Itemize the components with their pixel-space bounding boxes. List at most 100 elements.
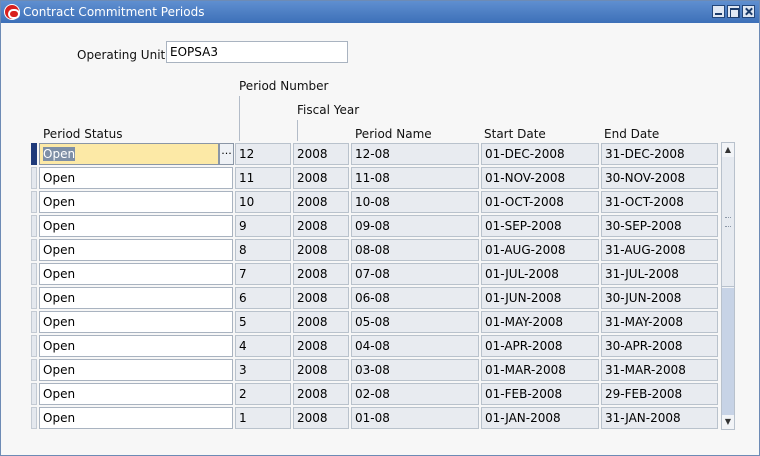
- period-name-field[interactable]: 10-08: [351, 191, 479, 213]
- row-selector[interactable]: [31, 335, 37, 357]
- period-name-field[interactable]: 08-08: [351, 239, 479, 261]
- start-date-field[interactable]: 01-APR-2008: [481, 335, 599, 357]
- fiscal-year-field[interactable]: 2008: [293, 239, 349, 261]
- start-date-field[interactable]: 01-OCT-2008: [481, 191, 599, 213]
- end-date-field[interactable]: 31-DEC-2008: [601, 143, 718, 165]
- scroll-down-icon[interactable]: ▼: [722, 415, 734, 429]
- fiscal-year-guide-line: [297, 120, 298, 141]
- end-date-field[interactable]: 31-AUG-2008: [601, 239, 718, 261]
- minimize-icon[interactable]: [712, 5, 725, 18]
- period-name-field[interactable]: 04-08: [351, 335, 479, 357]
- row-selector[interactable]: [31, 167, 37, 189]
- period-name-field[interactable]: 12-08: [351, 143, 479, 165]
- scroll-track[interactable]: [722, 288, 734, 415]
- period-number-field[interactable]: 3: [235, 359, 291, 381]
- start-date-field[interactable]: 01-MAY-2008: [481, 311, 599, 333]
- window-title: Contract Commitment Periods: [23, 5, 205, 19]
- thumb-grip-icon: [725, 217, 731, 227]
- fiscal-year-field[interactable]: 2008: [293, 287, 349, 309]
- period-status-field[interactable]: Open: [39, 359, 233, 381]
- operating-unit-field[interactable]: EOPSA3: [166, 41, 348, 63]
- period-status-field[interactable]: Open: [39, 311, 233, 333]
- end-date-field[interactable]: 30-JUN-2008: [601, 287, 718, 309]
- period-number-field[interactable]: 6: [235, 287, 291, 309]
- period-status-field[interactable]: Open: [39, 215, 233, 237]
- period-number-field[interactable]: 8: [235, 239, 291, 261]
- period-name-field[interactable]: 01-08: [351, 407, 479, 429]
- start-date-field[interactable]: 01-JAN-2008: [481, 407, 599, 429]
- end-date-field[interactable]: 30-NOV-2008: [601, 167, 718, 189]
- start-date-field[interactable]: 01-JUL-2008: [481, 263, 599, 285]
- maximize-icon[interactable]: [727, 5, 740, 18]
- start-date-field[interactable]: 01-MAR-2008: [481, 359, 599, 381]
- end-date-field[interactable]: 31-OCT-2008: [601, 191, 718, 213]
- end-date-field[interactable]: 31-JAN-2008: [601, 407, 718, 429]
- period-number-field[interactable]: 2: [235, 383, 291, 405]
- end-date-field[interactable]: 30-SEP-2008: [601, 215, 718, 237]
- period-name-field[interactable]: 05-08: [351, 311, 479, 333]
- row-selector[interactable]: [31, 263, 37, 285]
- row-selector[interactable]: [31, 383, 37, 405]
- period-status-field[interactable]: Open: [39, 287, 233, 309]
- end-date-field[interactable]: 29-FEB-2008: [601, 383, 718, 405]
- end-date-field[interactable]: 30-APR-2008: [601, 335, 718, 357]
- fiscal-year-field[interactable]: 2008: [293, 167, 349, 189]
- end-date-field[interactable]: 31-JUL-2008: [601, 263, 718, 285]
- period-number-field[interactable]: 9: [235, 215, 291, 237]
- fiscal-year-field[interactable]: 2008: [293, 215, 349, 237]
- close-icon[interactable]: [742, 5, 755, 18]
- period-number-field[interactable]: 10: [235, 191, 291, 213]
- list-of-values-button[interactable]: ...: [219, 143, 234, 165]
- row-selector[interactable]: [31, 239, 37, 261]
- period-status-field[interactable]: Open: [39, 239, 233, 261]
- row-selector[interactable]: [31, 143, 37, 165]
- period-name-field[interactable]: 11-08: [351, 167, 479, 189]
- row-selector[interactable]: [31, 311, 37, 333]
- fiscal-year-field[interactable]: 2008: [293, 191, 349, 213]
- operating-unit-label: Operating Unit: [77, 48, 166, 62]
- start-date-field[interactable]: 01-FEB-2008: [481, 383, 599, 405]
- fiscal-year-field[interactable]: 2008: [293, 143, 349, 165]
- period-status-field[interactable]: Open: [39, 167, 233, 189]
- period-status-field[interactable]: Open: [39, 383, 233, 405]
- start-date-field[interactable]: 01-NOV-2008: [481, 167, 599, 189]
- start-date-field[interactable]: 01-DEC-2008: [481, 143, 599, 165]
- start-date-field[interactable]: 01-JUN-2008: [481, 287, 599, 309]
- scroll-up-icon[interactable]: ▲: [722, 143, 734, 157]
- start-date-field[interactable]: 01-SEP-2008: [481, 215, 599, 237]
- scroll-thumb[interactable]: [722, 157, 734, 287]
- period-status-field[interactable]: Open: [39, 143, 219, 165]
- period-number-field[interactable]: 12: [235, 143, 291, 165]
- vertical-scrollbar[interactable]: ▲ ▼: [721, 142, 735, 430]
- period-name-field[interactable]: 02-08: [351, 383, 479, 405]
- period-number-field[interactable]: 7: [235, 263, 291, 285]
- row-selector[interactable]: [31, 215, 37, 237]
- period-name-field[interactable]: 09-08: [351, 215, 479, 237]
- period-number-field[interactable]: 11: [235, 167, 291, 189]
- period-name-field[interactable]: 07-08: [351, 263, 479, 285]
- row-selector[interactable]: [31, 407, 37, 429]
- period-number-field[interactable]: 1: [235, 407, 291, 429]
- fiscal-year-field[interactable]: 2008: [293, 383, 349, 405]
- period-name-field[interactable]: 06-08: [351, 287, 479, 309]
- start-date-field[interactable]: 01-AUG-2008: [481, 239, 599, 261]
- end-date-field[interactable]: 31-MAY-2008: [601, 311, 718, 333]
- period-status-field[interactable]: Open: [39, 407, 233, 429]
- fiscal-year-field[interactable]: 2008: [293, 407, 349, 429]
- column-header-period-number: Period Number: [239, 79, 329, 93]
- period-status-field[interactable]: Open: [39, 191, 233, 213]
- fiscal-year-field[interactable]: 2008: [293, 311, 349, 333]
- fiscal-year-field[interactable]: 2008: [293, 335, 349, 357]
- fiscal-year-field[interactable]: 2008: [293, 263, 349, 285]
- row-selector[interactable]: [31, 191, 37, 213]
- period-status-field[interactable]: Open: [39, 335, 233, 357]
- fiscal-year-field[interactable]: 2008: [293, 359, 349, 381]
- period-number-field[interactable]: 5: [235, 311, 291, 333]
- row-selector[interactable]: [31, 287, 37, 309]
- period-status-field[interactable]: Open: [39, 263, 233, 285]
- period-number-field[interactable]: 4: [235, 335, 291, 357]
- selected-text: Open: [43, 147, 76, 161]
- row-selector[interactable]: [31, 359, 37, 381]
- period-name-field[interactable]: 03-08: [351, 359, 479, 381]
- end-date-field[interactable]: 31-MAR-2008: [601, 359, 718, 381]
